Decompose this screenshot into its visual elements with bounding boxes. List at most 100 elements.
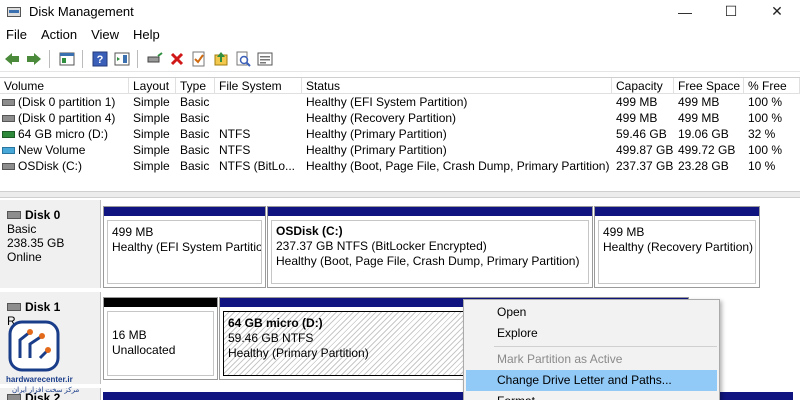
show-hide-console-tree-icon[interactable]	[57, 49, 77, 69]
disk-0-label[interactable]: Disk 0 Basic 238.35 GB Online	[0, 200, 101, 288]
check-icon[interactable]	[189, 49, 209, 69]
partition-status: Unallocated	[112, 343, 176, 357]
minimize-button[interactable]: —	[662, 0, 708, 23]
column-header-type[interactable]: Type	[176, 77, 215, 94]
logo-text: hardwarecenter.ir	[6, 375, 73, 384]
volume-name: 64 GB micro (D:)	[18, 127, 109, 141]
pane-splitter[interactable]	[0, 191, 800, 198]
partition-body: 499 MB Healthy (EFI System Partitio	[107, 220, 262, 284]
volume-capacity: 237.37 GB	[616, 159, 674, 173]
partition-bar	[104, 207, 265, 216]
table-row[interactable]: OSDisk (C:) Simple Basic NTFS (BitLo... …	[0, 158, 800, 174]
column-header-volume[interactable]: Volume	[0, 77, 129, 94]
action-pane-icon[interactable]	[112, 49, 132, 69]
menu-item-explore[interactable]: Explore	[464, 323, 719, 344]
back-arrow-icon[interactable]	[2, 49, 22, 69]
drive-icon	[2, 162, 15, 170]
volume-list-header: Volume Layout Type File System Status Ca…	[0, 77, 800, 94]
import-icon[interactable]	[211, 49, 231, 69]
volume-free-space: 499 MB	[678, 111, 720, 125]
logo-subtext: مرکز سخت افزار ایران	[12, 387, 80, 394]
partition-osdisk-c[interactable]: OSDisk (C:) 237.37 GB NTFS (BitLocker En…	[267, 206, 593, 288]
search-disk-icon[interactable]	[233, 49, 253, 69]
partition-size: 499 MB	[112, 225, 154, 239]
disk-management-app-icon	[7, 5, 23, 19]
drive-icon	[2, 98, 15, 106]
drive-icon	[2, 114, 15, 122]
volume-capacity: 499 MB	[616, 111, 658, 125]
volume-type: Basic	[180, 127, 210, 141]
table-row[interactable]: 64 GB micro (D:) Simple Basic NTFS Healt…	[0, 126, 800, 142]
disk-icon	[7, 303, 21, 311]
volume-status: Healthy (Primary Partition)	[306, 127, 447, 141]
column-header-file-system[interactable]: File System	[215, 77, 302, 94]
forward-arrow-icon[interactable]	[24, 49, 44, 69]
menu-view[interactable]: View	[85, 27, 127, 42]
volume-type: Basic	[180, 95, 210, 109]
menu-item-format[interactable]: Format...	[464, 391, 719, 400]
table-row[interactable]: (Disk 0 partition 1) Simple Basic Health…	[0, 94, 800, 110]
volume-list: Volume Layout Type File System Status Ca…	[0, 77, 800, 191]
partition-recovery[interactable]: 499 MB Healthy (Recovery Partition)	[594, 206, 760, 288]
partition-status: Healthy (EFI System Partitio	[112, 240, 262, 254]
menu-item-mark-partition-active: Mark Partition as Active	[497, 352, 623, 366]
partition-bar	[104, 298, 217, 307]
column-header-status[interactable]: Status	[302, 77, 612, 94]
help-icon[interactable]: ?	[90, 49, 110, 69]
volume-layout: Simple	[133, 159, 170, 173]
toolbar-separator	[137, 49, 138, 68]
volume-free-space: 23.28 GB	[678, 159, 729, 173]
hardwarecenter-logo: hardwarecenter.ir مرکز سخت افزار ایران	[0, 318, 80, 400]
volume-percent-free: 100 %	[748, 111, 783, 125]
table-row[interactable]: (Disk 0 partition 4) Simple Basic Health…	[0, 110, 800, 126]
disk-icon	[7, 211, 21, 219]
disk-name: Disk 0	[25, 208, 61, 222]
menu-bar: File Action View Help	[0, 24, 168, 44]
partition-size: 16 MB	[112, 328, 147, 342]
menu-help[interactable]: Help	[127, 27, 168, 42]
volume-free-space: 499.72 GB	[678, 143, 736, 157]
menu-item-open[interactable]: Open	[464, 302, 719, 323]
properties-icon[interactable]	[255, 49, 275, 69]
volume-name: (Disk 0 partition 1)	[18, 95, 116, 109]
column-header-percent-free[interactable]: % Free	[744, 77, 800, 94]
delete-icon[interactable]	[167, 49, 187, 69]
volume-file-system: NTFS (BitLo...	[219, 159, 296, 173]
volume-percent-free: 100 %	[748, 143, 783, 157]
volume-layout: Simple	[133, 111, 170, 125]
menu-file[interactable]: File	[0, 27, 35, 42]
column-header-layout[interactable]: Layout	[129, 77, 176, 94]
connect-drive-icon[interactable]	[145, 49, 165, 69]
partition-unallocated[interactable]: 16 MB Unallocated	[103, 297, 218, 380]
menu-separator	[494, 346, 717, 347]
column-header-free-space[interactable]: Free Space	[674, 77, 744, 94]
disk-name: Disk 1	[25, 300, 61, 314]
close-button[interactable]: ✕	[754, 0, 800, 23]
maximize-button[interactable]: ☐	[708, 0, 754, 23]
menu-action[interactable]: Action	[35, 27, 85, 42]
usb-drive-icon	[2, 130, 15, 138]
volume-file-system: NTFS	[219, 143, 251, 157]
volume-capacity: 59.46 GB	[616, 127, 667, 141]
partition-body: OSDisk (C:) 237.37 GB NTFS (BitLocker En…	[271, 220, 589, 284]
volume-free-space: 499 MB	[678, 95, 720, 109]
title-bar: Disk Management — ☐ ✕	[0, 0, 800, 23]
minimize-icon: —	[678, 3, 692, 20]
volume-percent-free: 10 %	[748, 159, 776, 173]
maximize-icon: ☐	[724, 3, 738, 19]
volume-layout: Simple	[133, 143, 170, 157]
volume-percent-free: 100 %	[748, 95, 783, 109]
close-icon: ✕	[771, 3, 783, 19]
volume-layout: Simple	[133, 127, 170, 141]
disk-state: Online	[7, 250, 42, 264]
volume-status: Healthy (Recovery Partition)	[306, 111, 457, 125]
partition-efi[interactable]: 499 MB Healthy (EFI System Partitio	[103, 206, 266, 288]
partition-bar	[595, 207, 759, 216]
volume-layout: Simple	[133, 95, 170, 109]
partition-body: 499 MB Healthy (Recovery Partition)	[598, 220, 756, 284]
menu-item-change-drive-letter[interactable]: Change Drive Letter and Paths...	[466, 370, 717, 391]
window-title: Disk Management	[29, 4, 134, 19]
volume-status: Healthy (Boot, Page File, Crash Dump, Pr…	[306, 159, 610, 173]
column-header-capacity[interactable]: Capacity	[612, 77, 674, 94]
table-row[interactable]: New Volume Simple Basic NTFS Healthy (Pr…	[0, 142, 800, 158]
